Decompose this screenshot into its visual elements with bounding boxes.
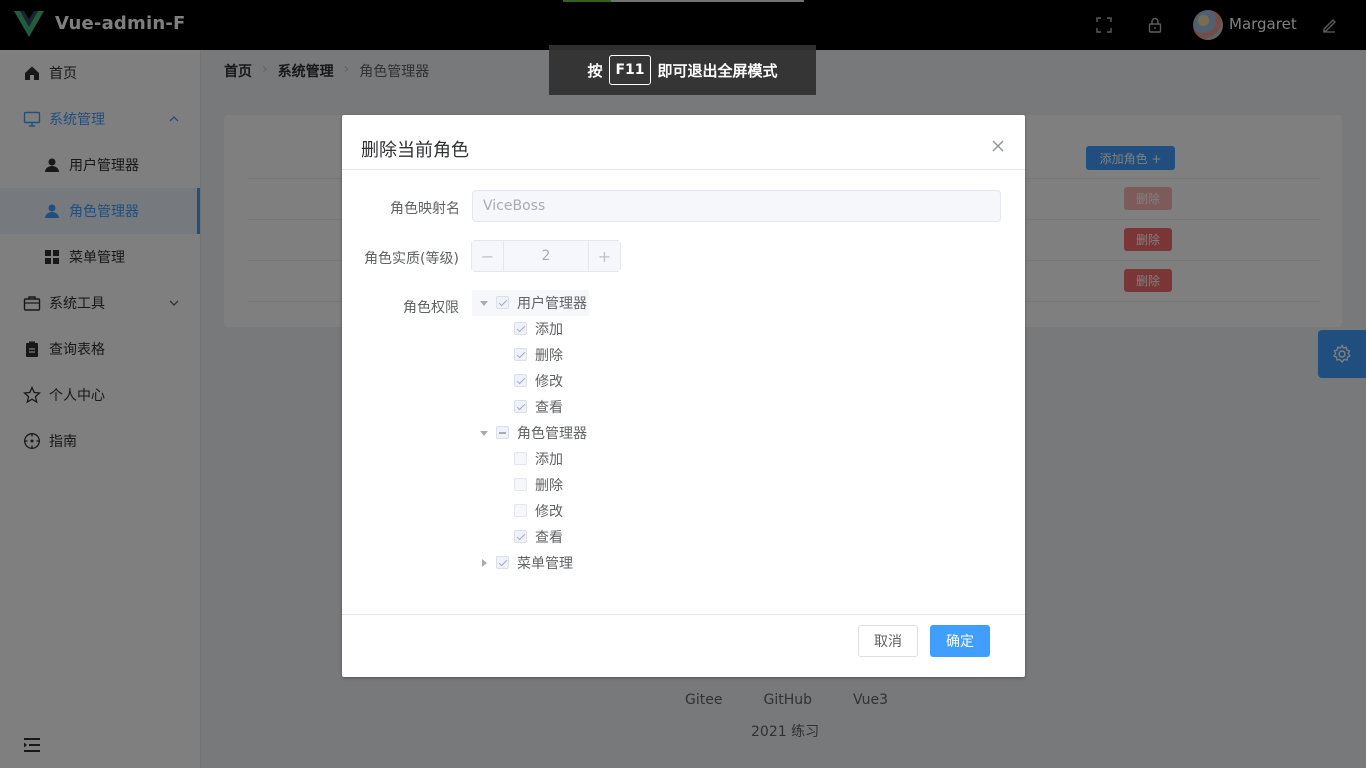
- role-level-value: 2: [541, 248, 551, 264]
- toast-key: F11: [609, 55, 651, 85]
- tree-node-label: 添加: [535, 452, 563, 468]
- tree-node-label: 用户管理器: [517, 296, 587, 312]
- tree-node-label: 查看: [535, 530, 563, 546]
- tree-node-label: 菜单管理: [517, 556, 573, 572]
- tree-node-label: 添加: [535, 322, 563, 338]
- tree-node-user-manager[interactable]: 用户管理器: [472, 290, 589, 316]
- delete-role-dialog: 删除当前角色 角色映射名 ViceBoss 角色实质(等级) − 2 + 角色权…: [342, 115, 1025, 677]
- tree-node-role-add[interactable]: 添加: [472, 446, 592, 472]
- caret-down-icon[interactable]: [480, 431, 488, 436]
- dialog-title: 删除当前角色: [361, 140, 469, 161]
- caret-down-icon[interactable]: [480, 301, 488, 306]
- tree-checkbox[interactable]: [514, 348, 527, 361]
- caret-right-icon[interactable]: [482, 559, 487, 567]
- tree-node-label: 查看: [535, 400, 563, 416]
- role-level-stepper: − 2 +: [471, 240, 621, 272]
- toast-prefix: 按: [587, 61, 603, 80]
- close-icon[interactable]: [991, 139, 1005, 153]
- tree-node-label: 删除: [535, 478, 563, 494]
- tree-node-user-edit[interactable]: 修改: [472, 368, 592, 394]
- role-level-label: 角色实质(等级): [364, 251, 459, 267]
- tree-checkbox[interactable]: [514, 400, 527, 413]
- tree-node-user-delete[interactable]: 删除: [472, 342, 592, 368]
- tree-node-label: 角色管理器: [517, 426, 587, 442]
- tree-node-user-view[interactable]: 查看: [472, 394, 592, 420]
- toast-suffix: 即可退出全屏模式: [657, 61, 778, 80]
- tree-node-role-view[interactable]: 查看: [472, 524, 592, 550]
- decrement-button: −: [472, 241, 504, 271]
- tree-checkbox[interactable]: [514, 452, 527, 465]
- role-name-input: ViceBoss: [472, 190, 1001, 222]
- tree-checkbox[interactable]: [496, 556, 509, 569]
- tree-node-user-add[interactable]: 添加: [472, 316, 592, 342]
- dialog-header-divider: [342, 169, 1025, 170]
- tree-checkbox[interactable]: [514, 504, 527, 517]
- tree-checkbox[interactable]: [514, 374, 527, 387]
- tree-node-role-manager[interactable]: 角色管理器: [472, 420, 602, 446]
- tree-node-label: 删除: [535, 348, 563, 364]
- tree-node-role-edit[interactable]: 修改: [472, 498, 592, 524]
- tree-checkbox[interactable]: [514, 322, 527, 335]
- tree-checkbox[interactable]: [496, 426, 509, 439]
- tree-checkbox[interactable]: [496, 296, 509, 309]
- tree-node-menu-manager[interactable]: 菜单管理: [472, 550, 592, 576]
- confirm-button[interactable]: 确定: [930, 625, 990, 657]
- role-name-label: 角色映射名: [390, 201, 460, 217]
- dialog-footer-divider: [342, 614, 1025, 615]
- tree-checkbox[interactable]: [514, 530, 527, 543]
- role-permission-label: 角色权限: [403, 300, 459, 316]
- tree-node-label: 修改: [535, 374, 563, 390]
- tree-node-label: 修改: [535, 504, 563, 520]
- cancel-button[interactable]: 取消: [858, 625, 918, 657]
- increment-button: +: [588, 241, 620, 271]
- fullscreen-exit-toast: 按 F11 即可退出全屏模式: [549, 45, 816, 95]
- tree-node-role-delete[interactable]: 删除: [472, 472, 592, 498]
- tree-checkbox[interactable]: [514, 478, 527, 491]
